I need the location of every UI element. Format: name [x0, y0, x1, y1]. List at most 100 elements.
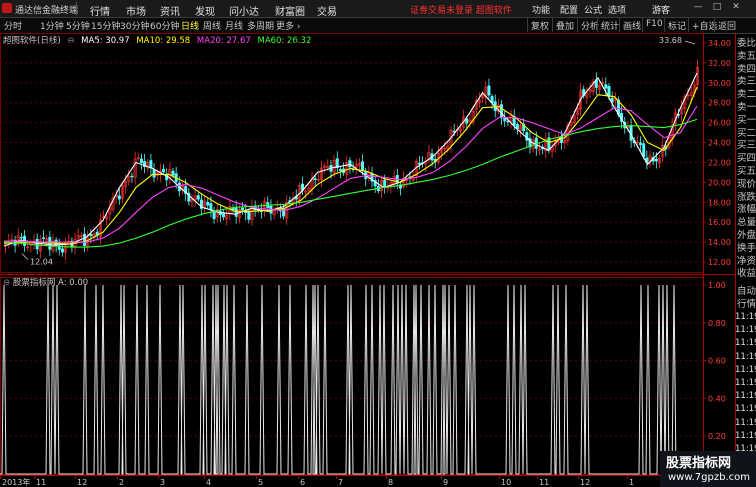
ma-line-ma20	[4, 105, 698, 243]
candle-body	[417, 162, 421, 165]
candles	[4, 59, 699, 260]
moving-averages	[3, 72, 698, 248]
candle-body	[162, 168, 166, 173]
candle-body	[654, 159, 658, 162]
candle-body	[348, 160, 352, 168]
candle-body	[171, 170, 175, 176]
candle-body	[35, 238, 39, 250]
tick-time: 11:19	[735, 351, 756, 362]
low-marker-arrow	[21, 253, 29, 260]
price-tick-label: 14.00	[708, 238, 731, 247]
indicator-line	[0, 284, 703, 475]
high-marker-arrow	[684, 40, 696, 45]
price-markers: 33.68 12.04	[21, 36, 696, 267]
indicator-value: A: 0.00	[58, 278, 89, 288]
tick-time: 11:19	[735, 312, 756, 322]
candle-body	[234, 207, 238, 217]
candle-body	[89, 233, 93, 236]
candle-body	[83, 233, 87, 246]
time-tick-label: 11	[36, 478, 46, 487]
candle-body	[607, 86, 611, 97]
candle-body	[19, 236, 23, 239]
price-tick-label: 16.00	[708, 218, 731, 227]
quote-label: 收益	[737, 268, 756, 280]
candle-body	[149, 160, 153, 169]
candle-body	[361, 161, 365, 171]
price-tick-label: 28.00	[708, 99, 731, 108]
candle-body	[639, 142, 643, 146]
indicator-collapse-icon[interactable]: ⊖	[3, 278, 10, 288]
candle-body	[212, 211, 216, 220]
indicator-legend: ⊖ 股票指标网 A: 0.00	[3, 276, 88, 288]
candle-body	[487, 85, 491, 96]
time-tick-label: 12	[580, 478, 590, 487]
price-tick-label: 20.00	[708, 178, 731, 187]
time-tick-label: 12	[77, 478, 87, 487]
candle-body	[42, 237, 45, 239]
time-tick-label: 5	[258, 478, 263, 487]
ma-line-ma5	[3, 72, 698, 247]
tick-label[interactable]: 行情	[737, 296, 756, 310]
high-price-marker: 33.68	[659, 36, 682, 45]
time-tick-label: 1	[629, 478, 634, 487]
watermark-url: www.7gpzb.com	[668, 472, 750, 483]
candle-body	[196, 195, 200, 200]
indicator-tick-label: 0.20	[708, 432, 726, 441]
candle-body	[231, 207, 235, 210]
price-tick-label: 34.00	[708, 39, 731, 48]
price-tick-label: 26.00	[708, 119, 731, 128]
time-tick-label: 8	[388, 478, 393, 487]
candle-body	[60, 248, 64, 253]
indicator-tick-label: 0.40	[708, 394, 726, 403]
candle-body	[313, 178, 317, 181]
tick-time: 11:19	[735, 378, 756, 388]
candle-body	[139, 158, 143, 163]
candle-body	[117, 195, 121, 200]
candle-body	[604, 84, 608, 89]
tick-time: 11:19	[735, 391, 756, 402]
time-tick-label: 2013年	[2, 477, 30, 487]
time-tick-label: 9	[443, 478, 448, 487]
tick-time: 11:19	[735, 325, 756, 336]
ma-line-ma60	[3, 118, 698, 248]
low-price-marker: 12.04	[30, 258, 53, 267]
indicator-plot	[0, 284, 703, 475]
candle-body	[209, 203, 213, 211]
time-tick-label: 3	[160, 478, 165, 487]
time-tick-label: 2	[119, 478, 124, 487]
price-tick-label: 12.00	[708, 258, 731, 267]
tick-time: 11:19	[735, 430, 756, 441]
indicator-tick-label: 1.00	[708, 281, 726, 290]
candle-body	[130, 175, 134, 178]
indicator-name: 股票指标网	[12, 278, 56, 288]
watermark-title: 股票指标网	[666, 456, 732, 471]
price-tick-label: 30.00	[708, 79, 731, 88]
time-tick-label: 6	[300, 478, 305, 487]
candle-body	[642, 143, 646, 157]
price-tick-label: 32.00	[708, 59, 731, 68]
tick-time: 11:19	[735, 404, 756, 415]
candle-body	[503, 117, 507, 122]
candle-body	[152, 169, 156, 178]
indicator-tick-label: 0.60	[708, 357, 726, 366]
candle-body	[241, 207, 244, 211]
price-tick-label: 18.00	[708, 198, 731, 207]
price-tick-label: 24.00	[708, 139, 731, 148]
time-tick-label: 7	[338, 478, 343, 487]
time-tick-label: 4	[206, 478, 211, 487]
candle-body	[338, 169, 342, 172]
price-axis: 34.00 32.00 30.00 28.00 26.00 24.00 22.00 20.00…	[703, 39, 731, 441]
time-tick-label: 11	[539, 478, 549, 487]
tick-time: 11:19	[735, 417, 756, 428]
candle-body	[206, 202, 210, 206]
tick-time: 11:19	[735, 364, 756, 375]
time-axis: 2013年 11 12 2 3 4 5 6 7 8 9 10 11 12 1	[0, 475, 703, 487]
candle-body	[247, 211, 251, 220]
time-tick-label: 10	[501, 478, 511, 487]
kline-chart[interactable]: 34.00 32.00 30.00 28.00 26.00 24.00 22.00 20.00…	[0, 0, 756, 487]
auto-label[interactable]: 自动	[737, 283, 756, 297]
price-tick-label: 22.00	[708, 158, 731, 167]
indicator-tick-label: 0.80	[708, 319, 726, 328]
tick-time: 11:19	[735, 338, 756, 349]
candle-body	[500, 104, 504, 119]
